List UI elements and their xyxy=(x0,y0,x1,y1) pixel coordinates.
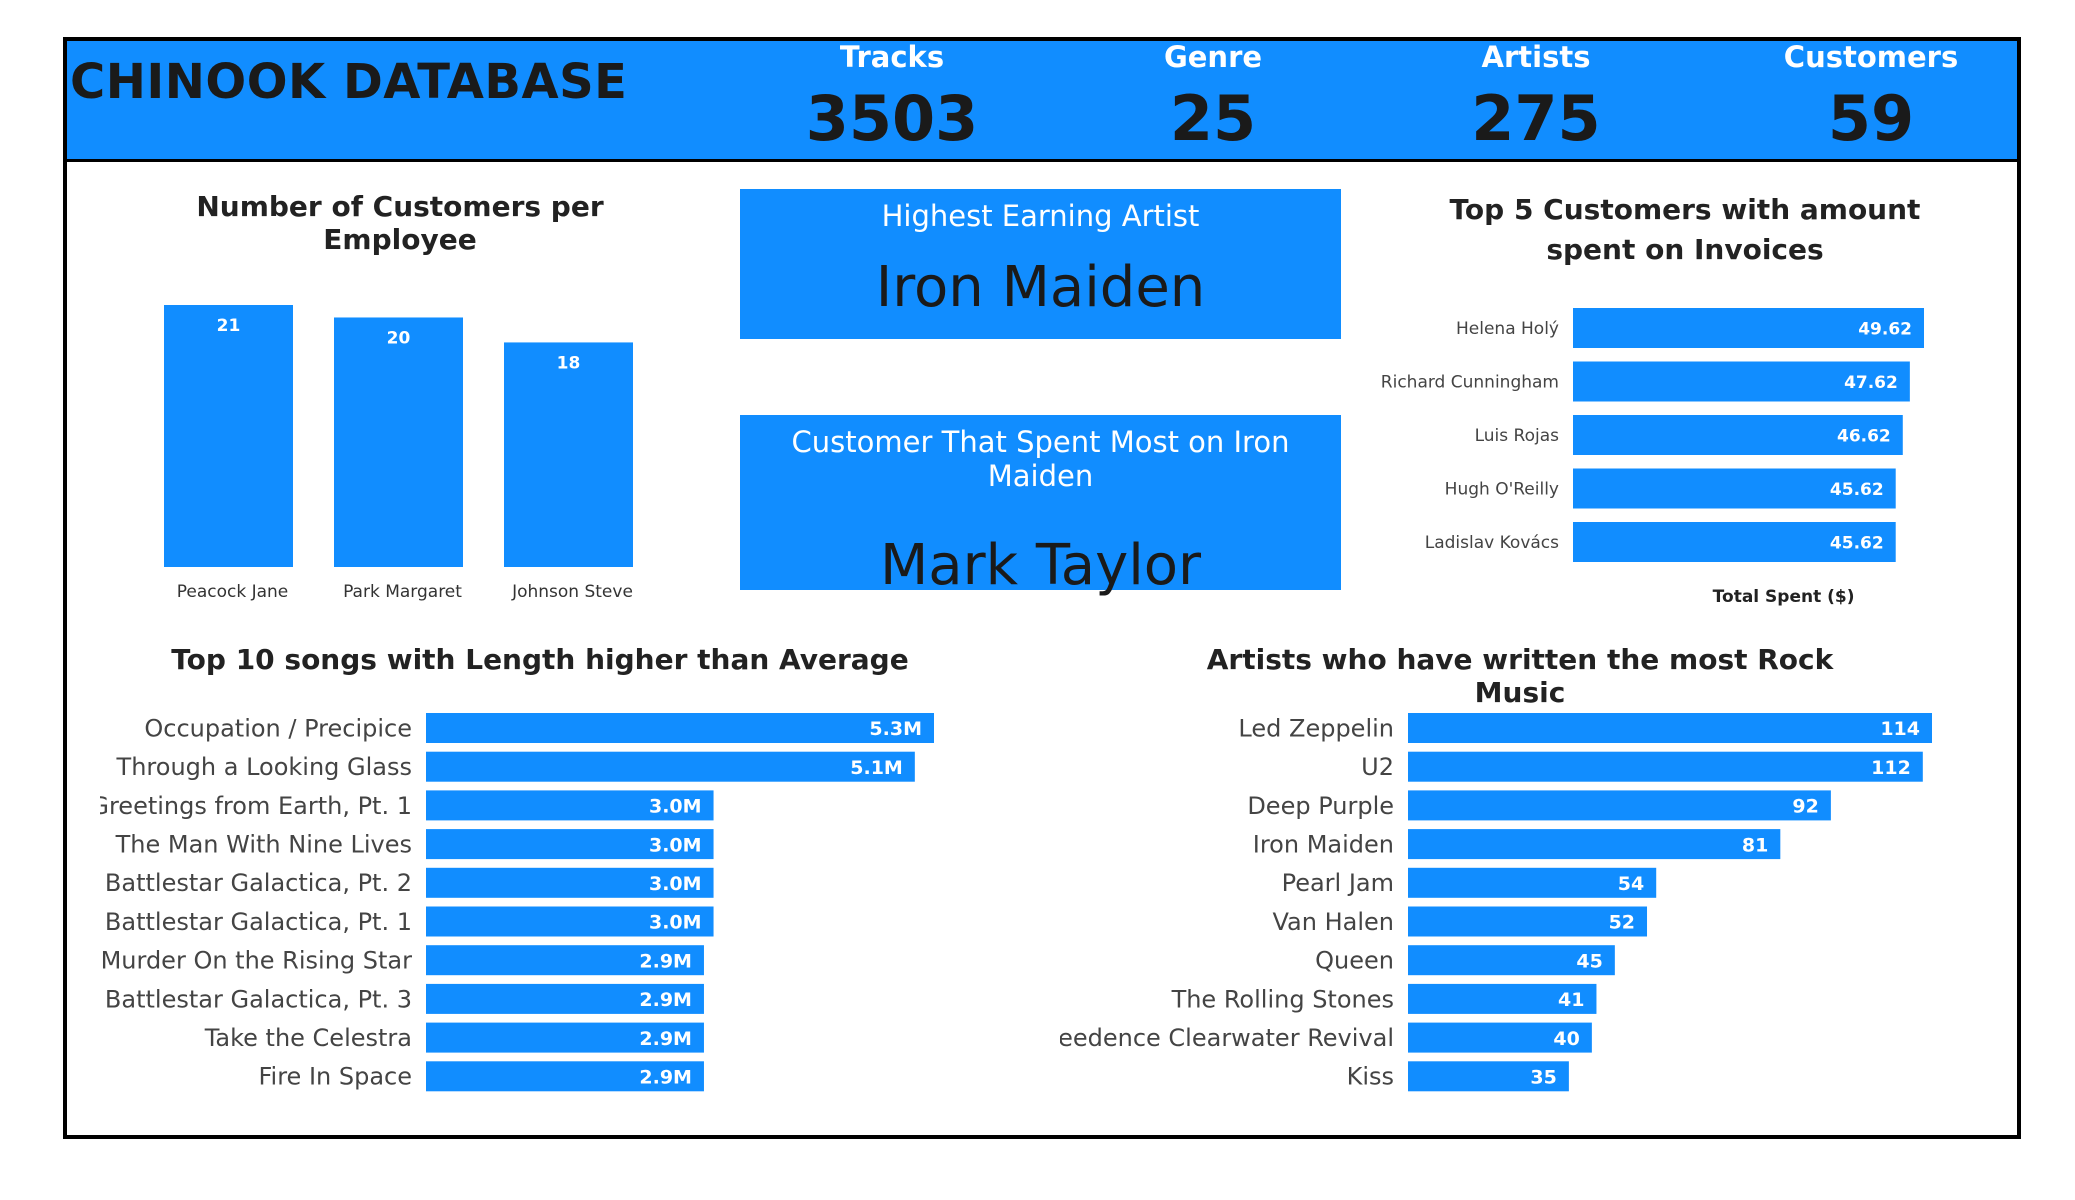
song-category-label: Through a Looking Glass xyxy=(116,753,412,781)
song-category-label: Fire In Space xyxy=(258,1063,412,1091)
kpi-artists-value: 275 xyxy=(1471,82,1601,155)
rock-artist-category-label: The Rolling Stones xyxy=(1171,985,1394,1013)
employee-bar-value: 18 xyxy=(557,353,581,373)
long-songs-chart-title: Top 10 songs with Length higher than Ave… xyxy=(171,643,909,676)
top-customers-bar-chart: Helena Holý 49.62 Richard Cunningham 47.62 L… xyxy=(1381,308,1924,607)
top-customer-category-label: Ladislav Kovács xyxy=(1425,533,1559,553)
rock-artist-bar-value: 54 xyxy=(1618,873,1644,895)
rock-artist-bar-value: 45 xyxy=(1576,950,1602,972)
song-bar-value: 2.9M xyxy=(639,1028,692,1050)
kpi-tracks-value: 3503 xyxy=(805,82,979,155)
rock-artist-bar-value: 114 xyxy=(1880,718,1920,740)
song-bar-value: 2.9M xyxy=(639,950,692,972)
rock-artist-bar-value: 40 xyxy=(1553,1028,1579,1050)
long-songs-bar-chart: Occupation / Precipice 5.3M Through a Look… xyxy=(100,713,934,1092)
rock-artist-bar-value: 81 xyxy=(1742,834,1768,856)
rock-artist-bar-value: 92 xyxy=(1792,796,1818,818)
song-category-label: Greetings from Earth, Pt. 1 xyxy=(100,792,412,820)
rock-artist-category-label: Kiss xyxy=(1347,1063,1394,1091)
rock-artist-category-label: Pearl Jam xyxy=(1282,869,1394,897)
page-title: CHINOOK DATABASE xyxy=(70,54,628,110)
top-customer-category-label: Richard Cunningham xyxy=(1381,372,1559,392)
top-customer-category-label: Helena Holý xyxy=(1456,319,1559,339)
employee-bar-value: 20 xyxy=(387,328,411,348)
employee-category-label: Johnson Steve xyxy=(511,582,633,602)
rock-artists-chart-title: Artists who have written the most Rock M… xyxy=(1206,643,1834,709)
top-customer-x-axis-title: Total Spent ($) xyxy=(1713,587,1855,607)
kpi-tracks-label: Tracks xyxy=(839,40,945,74)
rock-artist-category-label: Deep Purple xyxy=(1247,792,1394,820)
top-customer-bar-value: 45.62 xyxy=(1830,533,1884,553)
employee-bar-value: 21 xyxy=(217,316,241,336)
employee-bar xyxy=(164,305,293,567)
song-category-label: Murder On the Rising Star xyxy=(101,947,413,975)
song-bar-value: 5.3M xyxy=(869,718,922,740)
employee-category-label: Peacock Jane xyxy=(177,582,289,602)
song-category-label: Occupation / Precipice xyxy=(144,714,412,742)
highest-earning-artist-title: Highest Earning Artist xyxy=(881,199,1200,233)
song-bar-value: 5.1M xyxy=(850,757,903,779)
song-category-label: The Man With Nine Lives xyxy=(115,831,412,859)
rock-artist-bar-value: 52 xyxy=(1609,912,1635,934)
kpi-genre: Genre 25 xyxy=(1083,40,1343,155)
rock-artist-category-label: U2 xyxy=(1361,753,1394,781)
top-iron-maiden-customer-card: Customer That Spent Most on Iron Maiden … xyxy=(740,415,1341,598)
kpi-customers-value: 59 xyxy=(1827,82,1915,155)
highest-earning-artist-value: Iron Maiden xyxy=(875,255,1206,320)
highest-earning-artist-card: Highest Earning Artist Iron Maiden xyxy=(740,189,1341,339)
song-category-label: Battlestar Galactica, Pt. 1 xyxy=(105,908,412,936)
top-customer-bar-value: 46.62 xyxy=(1837,426,1891,446)
rock-artists-bar-chart: Led Zeppelin 114 U2 112 Deep Purple 92 Iron Ma… xyxy=(1060,713,1932,1092)
song-bar-value: 2.9M xyxy=(639,1067,692,1089)
song-category-label: Battlestar Galactica, Pt. 3 xyxy=(105,985,412,1013)
top-iron-maiden-customer-title: Customer That Spent Most on Iron Maiden xyxy=(791,425,1290,493)
top-customers-chart-title: Top 5 Customers with amount spent on Inv… xyxy=(1449,193,1921,266)
song-bar xyxy=(426,751,915,782)
top-iron-maiden-customer-value: Mark Taylor xyxy=(879,533,1202,598)
song-bar-value: 3.0M xyxy=(649,796,702,818)
top-customer-bar-value: 45.62 xyxy=(1830,480,1884,500)
rock-artist-category-label: Led Zeppelin xyxy=(1238,714,1394,742)
kpi-artists: Artists 275 xyxy=(1406,40,1666,155)
rock-artist-bar xyxy=(1408,829,1781,860)
top-customer-bar-value: 47.62 xyxy=(1844,373,1898,393)
rock-artist-bar xyxy=(1408,751,1923,782)
kpi-customers-label: Customers xyxy=(1783,40,1959,74)
rock-artist-category-label: Van Halen xyxy=(1273,908,1395,936)
top-customer-category-label: Hugh O'Reilly xyxy=(1445,479,1559,499)
kpi-tracks: Tracks 3503 xyxy=(762,40,1022,155)
top-customer-bar-value: 49.62 xyxy=(1858,319,1912,339)
song-bar-value: 3.0M xyxy=(649,873,702,895)
rock-artist-bar xyxy=(1408,713,1932,743)
employee-bar xyxy=(334,317,463,567)
song-category-label: Battlestar Galactica, Pt. 2 xyxy=(105,869,412,897)
rock-artist-category-label: Iron Maiden xyxy=(1253,831,1394,859)
employee-category-label: Park Margaret xyxy=(343,582,462,602)
rock-artist-category-label: Creedence Clearwater Revival xyxy=(1060,1024,1394,1052)
rock-artist-bar-value: 35 xyxy=(1530,1067,1556,1089)
kpi-artists-label: Artists xyxy=(1481,40,1591,74)
kpi-genre-value: 25 xyxy=(1169,82,1257,155)
rock-artist-category-label: Queen xyxy=(1315,947,1394,975)
song-bar-value: 2.9M xyxy=(639,989,692,1011)
rock-artist-bar-value: 41 xyxy=(1558,989,1584,1011)
kpi-genre-label: Genre xyxy=(1163,40,1263,74)
rock-artist-bar xyxy=(1408,790,1831,821)
kpi-customers: Customers 59 xyxy=(1741,40,2001,155)
song-bar-value: 3.0M xyxy=(649,834,702,856)
song-bar-value: 3.0M xyxy=(649,912,702,934)
rock-artist-bar-value: 112 xyxy=(1871,757,1911,779)
employee-bar xyxy=(504,342,633,567)
top-customer-category-label: Luis Rojas xyxy=(1475,426,1560,446)
song-category-label: Take the Celestra xyxy=(204,1024,412,1052)
employee-bar-chart: 21 Peacock Jane 20 Park Margaret 18 Johnson S… xyxy=(164,305,633,602)
song-bar xyxy=(426,713,934,743)
employee-chart-title: Number of Customers per Employee xyxy=(196,190,604,256)
